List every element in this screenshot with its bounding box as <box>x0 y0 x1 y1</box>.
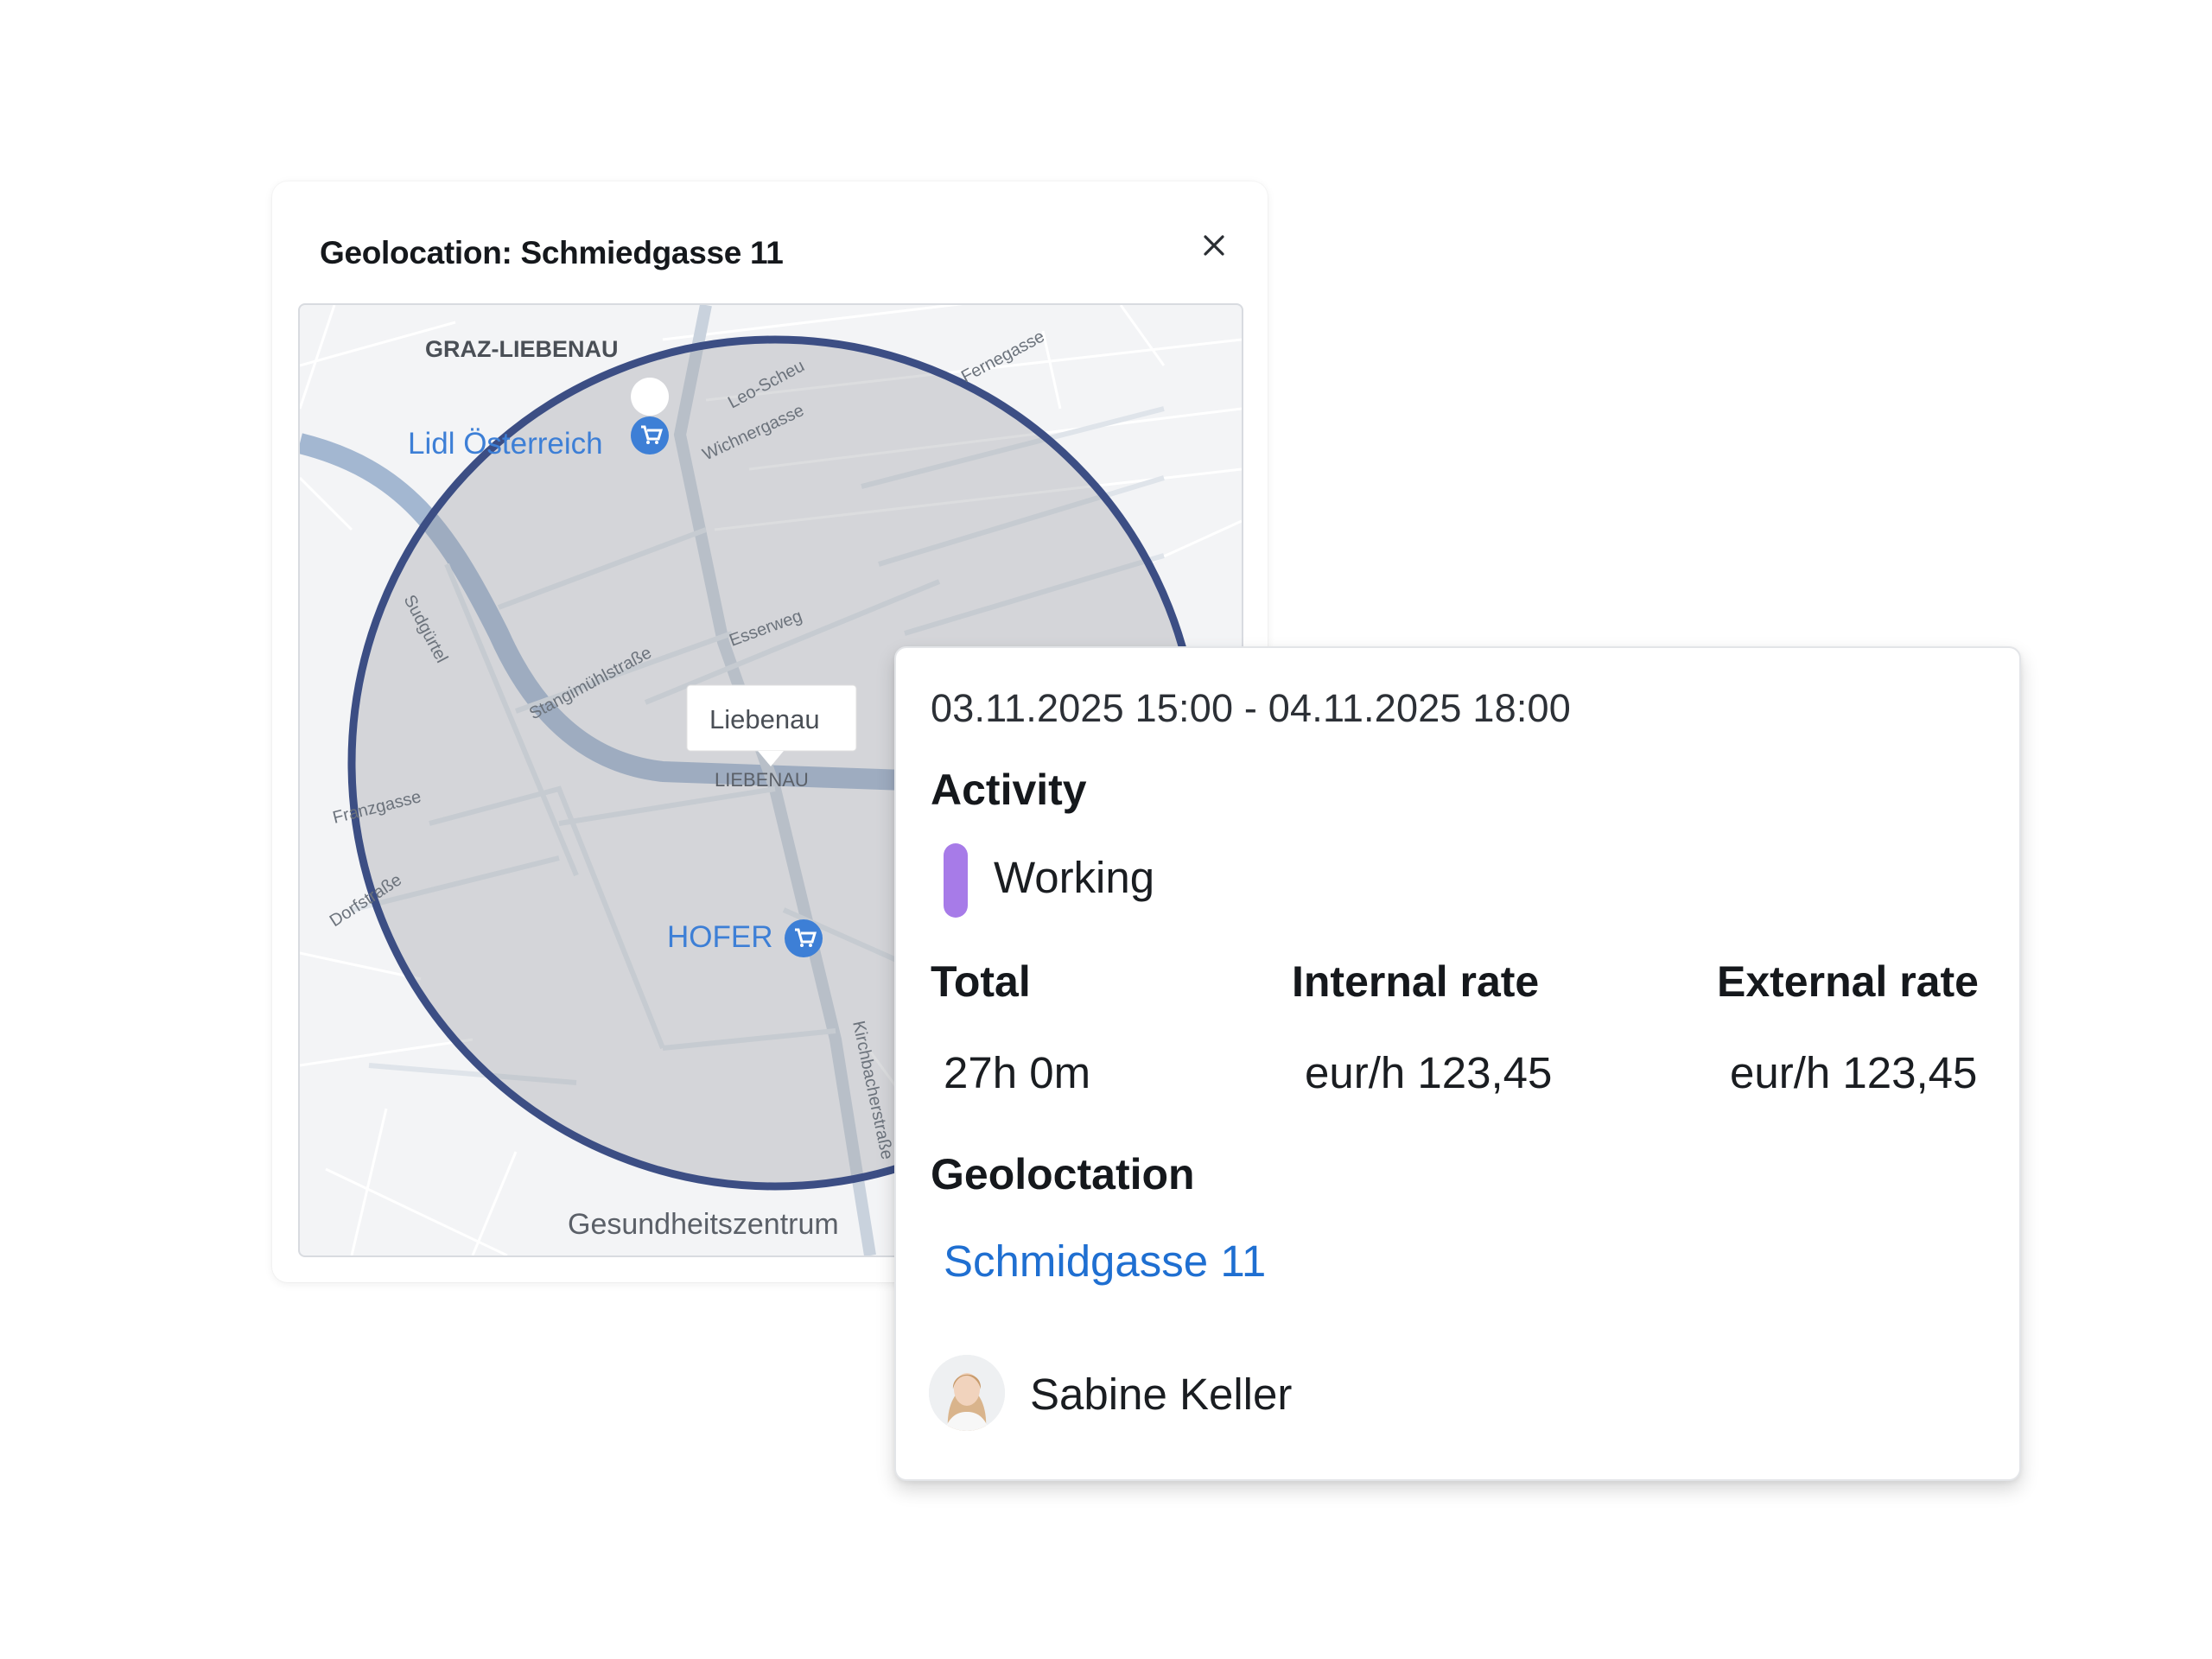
total-heading: Total <box>931 957 1031 1006</box>
place-small-label: LIEBENAU <box>715 769 809 791</box>
time-entry-details-card: 03.11.2025 15:00 - 04.11.2025 18:00 Acti… <box>894 646 2021 1481</box>
activity-color-indicator <box>944 843 968 918</box>
avatar[interactable] <box>929 1355 1005 1431</box>
district-label: GRAZ-LIEBENAU <box>425 336 619 362</box>
activity-name: Working <box>994 853 1155 902</box>
shopping-cart-icon[interactable] <box>785 919 823 957</box>
external-rate-heading: External rate <box>1717 957 1979 1006</box>
date-range: 03.11.2025 15:00 - 04.11.2025 18:00 <box>931 686 1571 730</box>
close-icon[interactable] <box>1195 226 1233 264</box>
place-tooltip-label: Liebenau <box>709 704 820 734</box>
external-rate-value: eur/h 123,45 <box>1730 1048 1978 1097</box>
modal-title: Geolocation: Schmiedgasse 11 <box>320 235 784 270</box>
svg-text:Fernegasse: Fernegasse <box>958 327 1048 386</box>
internal-rate-heading: Internal rate <box>1292 957 1540 1006</box>
internal-rate-value: eur/h 123,45 <box>1305 1048 1553 1097</box>
activity-heading: Activity <box>931 766 1087 814</box>
poi-label-hofer[interactable]: HOFER <box>667 920 773 954</box>
poi-label-lidl[interactable]: Lidl Österreich <box>408 427 603 461</box>
total-value: 27h 0m <box>944 1048 1091 1097</box>
geolocation-link[interactable]: Schmidgasse 11 <box>944 1236 1266 1287</box>
user-name: Sabine Keller <box>1030 1370 1293 1419</box>
geolocation-heading: Geoloctation <box>931 1150 1195 1198</box>
map-bottom-label: Gesundheitszentrum <box>568 1208 839 1241</box>
